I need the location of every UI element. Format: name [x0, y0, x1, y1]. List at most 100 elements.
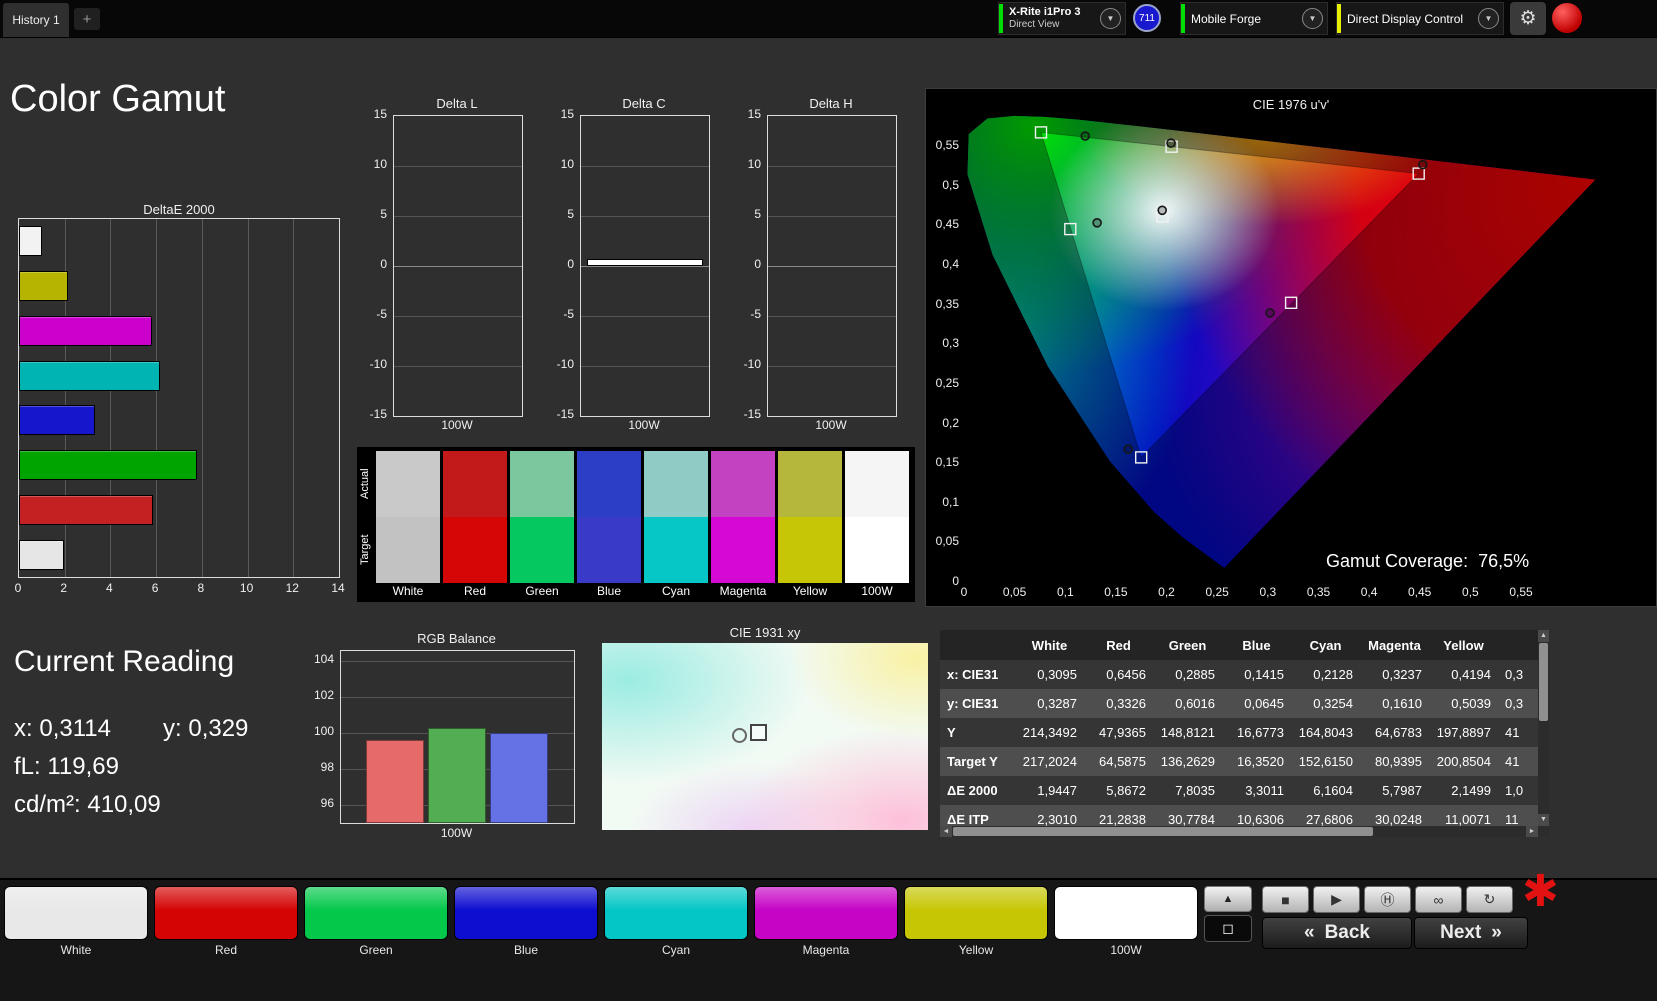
workflow-dropdown-chevron-icon[interactable]: ▼	[1478, 8, 1499, 29]
swatch-target-blue	[577, 517, 641, 583]
color-patch-red[interactable]: Red	[154, 886, 298, 957]
source-selector[interactable]: Mobile Forge ▼	[1180, 2, 1328, 35]
deltaH-ytick-label: 10	[748, 157, 761, 171]
swatch-column-red: Red	[443, 451, 507, 599]
table-cell: 0,3254	[1291, 689, 1360, 718]
cie1976-ytick-label: 0,5	[942, 178, 959, 192]
cie1931-plot	[602, 643, 928, 830]
reading-y-label: y:	[163, 715, 182, 742]
color-patch-100w[interactable]: 100W	[1054, 886, 1198, 957]
color-patch-cyan[interactable]: Cyan	[604, 886, 748, 957]
rgb-balance-chart: RGB Balance 1041021009896 100W	[306, 631, 576, 843]
play-button[interactable]: ▶	[1313, 886, 1360, 913]
app-window: History 1 + X-Rite i1Pro 3 Direct View ▼…	[0, 0, 1657, 1001]
reading-cd-label: cd/m²:	[14, 791, 81, 818]
table-cell: 0,5039	[1429, 689, 1498, 718]
deltaC-ytick-label: 5	[567, 207, 574, 221]
deltaL-gridline	[394, 266, 522, 267]
color-patch-swatch	[454, 886, 598, 940]
color-patch-label: Blue	[454, 943, 598, 957]
stop-button[interactable]: ■	[1262, 886, 1309, 913]
back-label: Back	[1325, 922, 1370, 944]
settings-gear-button[interactable]: ⚙	[1510, 2, 1546, 35]
deltaL-gridline	[394, 216, 522, 217]
deltae-gridline	[156, 219, 157, 577]
red-asterisk-button[interactable]: ✱	[1522, 870, 1559, 914]
pattern-window-button[interactable]: ◻	[1204, 915, 1252, 942]
back-button[interactable]: « Back	[1262, 917, 1412, 949]
cie1976-ytick-label: 0,4	[942, 257, 959, 271]
measurement-count-badge: 711	[1133, 4, 1161, 32]
source-dropdown-chevron-icon[interactable]: ▼	[1302, 8, 1323, 29]
workflow-name: Direct Display Control	[1347, 12, 1472, 26]
target-row-label: Target	[359, 518, 373, 582]
scroll-right-button[interactable]: ►	[1526, 826, 1538, 837]
deltaL-gridline	[394, 366, 522, 367]
meter-accent	[999, 4, 1003, 33]
color-patch-blue[interactable]: Blue	[454, 886, 598, 957]
current-reading-title: Current Reading	[14, 645, 234, 679]
horizontal-scroll-thumb[interactable]	[953, 827, 1373, 836]
table-cell: 47,9365	[1084, 718, 1153, 747]
swatch-target-yellow	[778, 517, 842, 583]
table-vertical-scrollbar[interactable]: ▲ ▼	[1538, 630, 1549, 826]
deltaL-ytick-label: -15	[370, 407, 387, 421]
cie1976-ytick-label: 0,35	[936, 297, 959, 311]
history-tab[interactable]: History 1	[3, 3, 69, 37]
refresh-button[interactable]: ↻	[1466, 886, 1513, 913]
color-patch-white[interactable]: White	[4, 886, 148, 957]
meter-name: X-Rite i1Pro 3	[1009, 6, 1094, 19]
table-header-row: WhiteRedGreenBlueCyanMagentaYellow	[940, 630, 1538, 660]
deltaL-ytick-label: -5	[376, 307, 387, 321]
deltae-xtick-label: 0	[8, 581, 28, 595]
rgb-ytick-label: 98	[321, 760, 334, 774]
meter-selector[interactable]: X-Rite i1Pro 3 Direct View ▼	[998, 2, 1126, 35]
swatch-actual-100w	[845, 451, 909, 517]
measured-marker-yellow	[1167, 139, 1175, 147]
link-button[interactable]: ∞	[1415, 886, 1462, 913]
deltaC-gridline	[581, 316, 709, 317]
meter-dropdown-chevron-icon[interactable]: ▼	[1100, 8, 1121, 29]
deltae-bar-red	[19, 495, 153, 525]
color-patch-magenta[interactable]: Magenta	[754, 886, 898, 957]
record-button[interactable]: Ⓗ	[1364, 886, 1411, 913]
swatch-label: Cyan	[644, 583, 708, 599]
back-chevron-icon: «	[1304, 922, 1315, 944]
add-tab-button[interactable]: +	[74, 8, 100, 30]
rgb-ytick-label: 96	[321, 796, 334, 810]
scroll-down-button[interactable]: ▼	[1538, 814, 1549, 826]
red-status-button[interactable]	[1552, 3, 1582, 33]
reading-fl-label: fL:	[14, 753, 41, 780]
table-cell: 21,2838	[1084, 805, 1153, 826]
deltae-xtick-label: 6	[145, 581, 165, 595]
deltae-bar-100w	[19, 226, 42, 256]
swatch-actual-white	[376, 451, 440, 517]
deltaL-gridline	[394, 166, 522, 167]
table-cell: 3,3011	[1222, 776, 1291, 805]
cie1931-title: CIE 1931 xy	[602, 625, 928, 641]
deltaL-chart: Delta L 151050-5-10-15 100W	[359, 96, 523, 441]
pattern-up-button[interactable]: ▲	[1204, 886, 1252, 912]
table-cell: 214,3492	[1015, 718, 1084, 747]
table-cell: 10,6306	[1222, 805, 1291, 826]
table-row-y: Y214,349247,9365148,812116,6773164,80436…	[940, 718, 1538, 747]
scroll-left-button[interactable]: ◄	[940, 826, 952, 837]
vertical-scroll-thumb[interactable]	[1539, 643, 1548, 721]
color-patch-yellow[interactable]: Yellow	[904, 886, 1048, 957]
table-cell: 2,3010	[1015, 805, 1084, 826]
deltaH-gridline	[768, 216, 896, 217]
table-row-e-itp: ΔE ITP2,301021,283830,778410,630627,6806…	[940, 805, 1538, 826]
table-horizontal-scrollbar[interactable]: ◄ ►	[940, 826, 1538, 837]
cie1931-chart: CIE 1931 xy	[602, 625, 928, 831]
rgb-gridline	[341, 661, 574, 662]
rgb-balance-title: RGB Balance	[340, 631, 573, 647]
link-icon: ∞	[1434, 892, 1444, 908]
deltae-bar-green	[19, 450, 197, 480]
color-patch-green[interactable]: Green	[304, 886, 448, 957]
cie1931-marker-target-white	[750, 724, 767, 741]
workflow-selector[interactable]: Direct Display Control ▼	[1336, 2, 1504, 35]
swatch-column-blue: Blue	[577, 451, 641, 599]
table-cell: 0,6016	[1153, 689, 1222, 718]
next-button[interactable]: Next »	[1414, 917, 1528, 949]
scroll-up-button[interactable]: ▲	[1538, 630, 1549, 642]
